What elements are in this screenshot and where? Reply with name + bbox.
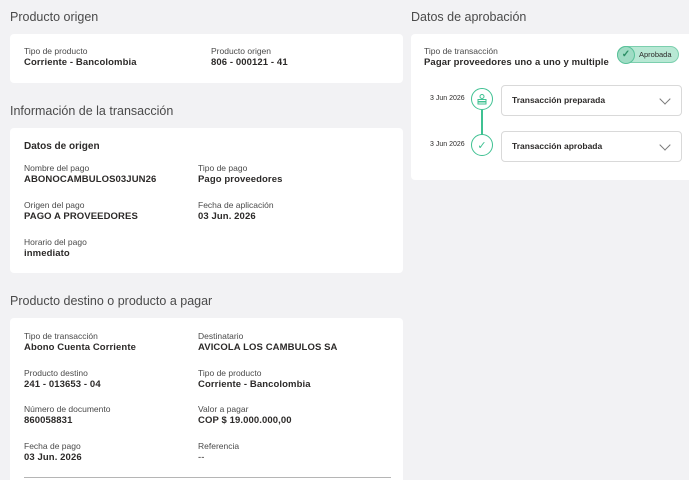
field-value: PAGO A PROVEEDORES <box>24 211 138 222</box>
dest-product-type-field: Tipo de producto Corriente - Bancolombia <box>198 368 311 391</box>
user-stack-icon <box>471 88 493 110</box>
check-icon: ✓ <box>471 134 493 156</box>
field-value: COP $ 19.000.000,00 <box>198 415 292 426</box>
transaction-info-section-title: Información de la transacción <box>10 104 174 118</box>
status-badge-label: Aprobada <box>639 50 672 59</box>
origin-section-title: Producto origen <box>10 10 99 24</box>
field-value: 806 - 000121 - 41 <box>211 57 288 68</box>
tx-type-field: Tipo de transacción Abono Cuenta Corrien… <box>24 331 136 354</box>
approval-tx-type-field: Tipo de transacción Pagar proveedores un… <box>424 46 609 69</box>
field-value: Corriente - Bancolombia <box>198 379 311 390</box>
origin-product-type-field: Tipo de producto Corriente - Bancolombia <box>24 46 137 69</box>
schedule-field: Horario del pago inmediato <box>24 237 87 260</box>
field-value: inmediato <box>24 248 70 259</box>
step-date: 3 Jun 2026 <box>430 95 465 102</box>
field-label: Tipo de transacción <box>24 331 98 341</box>
recipient-field: Destinatario AVICOLA LOS CAMBULOS SA <box>198 331 338 354</box>
field-label: Tipo de transacción <box>424 46 498 56</box>
transaction-info-card: Datos de origen Nombre del pago ABONOCAM… <box>10 128 403 273</box>
origin-data-subhead: Datos de origen <box>24 141 100 152</box>
field-label: Nombre del pago <box>24 163 90 173</box>
approved-status-badge: ✓ Aprobada <box>617 45 679 64</box>
step-label: Transacción aprobada <box>512 141 603 151</box>
field-label: Número de documento <box>24 404 111 414</box>
field-value: ABONOCAMBULOS03JUN26 <box>24 174 157 185</box>
field-value: 03 Jun. 2026 <box>24 452 82 463</box>
field-label: Fecha de pago <box>24 441 81 451</box>
reference-field: Referencia -- <box>198 441 239 464</box>
step-date: 3 Jun 2026 <box>430 141 465 148</box>
field-value: Pagar proveedores uno a uno y multiple <box>424 57 609 68</box>
chevron-down-icon[interactable] <box>659 93 671 105</box>
destination-card: Tipo de transacción Abono Cuenta Corrien… <box>10 318 403 480</box>
doc-number-field: Número de documento 860058831 <box>24 404 110 427</box>
timeline-connector <box>481 110 483 135</box>
pay-date-field: Fecha de pago 03 Jun. 2026 <box>24 441 82 464</box>
step-label: Transacción preparada <box>512 95 606 105</box>
origin-product-field: Producto origen 806 - 000121 - 41 <box>211 46 288 69</box>
payment-origin-field: Origen del pago PAGO A PROVEEDORES <box>24 200 138 223</box>
field-label: Tipo de pago <box>198 163 248 173</box>
field-value: AVICOLA LOS CAMBULOS SA <box>198 342 338 353</box>
field-value: -- <box>198 452 205 463</box>
divider <box>24 477 391 478</box>
field-label: Destinatario <box>198 331 244 341</box>
field-value: 03 Jun. 2026 <box>198 211 256 222</box>
field-value: 860058831 <box>24 415 73 426</box>
amount-field: Valor a pagar COP $ 19.000.000,00 <box>198 404 292 427</box>
origin-card: Tipo de producto Corriente - Bancolombia… <box>10 34 403 83</box>
approval-section-title: Datos de aprobación <box>411 10 527 24</box>
field-value: Corriente - Bancolombia <box>24 57 137 68</box>
payment-type-field: Tipo de pago Pago proveedores <box>198 163 283 186</box>
check-icon: ✓ <box>617 45 635 64</box>
field-label: Producto origen <box>211 46 272 56</box>
field-value: 241 - 013653 - 04 <box>24 379 101 390</box>
field-label: Tipo de producto <box>198 368 262 378</box>
apply-date-field: Fecha de aplicación 03 Jun. 2026 <box>198 200 274 223</box>
step-approved[interactable]: Transacción aprobada <box>501 131 682 162</box>
user-stack-icon-graphic <box>477 94 487 105</box>
step-prepared[interactable]: Transacción preparada <box>501 85 682 116</box>
field-label: Valor a pagar <box>198 404 249 414</box>
field-label: Fecha de aplicación <box>198 200 274 210</box>
field-value: Pago proveedores <box>198 174 283 185</box>
field-label: Tipo de producto <box>24 46 88 56</box>
chevron-down-icon[interactable] <box>659 139 671 151</box>
field-label: Producto destino <box>24 368 88 378</box>
field-label: Referencia <box>198 441 240 451</box>
payment-name-field: Nombre del pago ABONOCAMBULOS03JUN26 <box>24 163 156 186</box>
field-value: Abono Cuenta Corriente <box>24 342 136 353</box>
field-label: Horario del pago <box>24 237 87 247</box>
destination-section-title: Producto destino o producto a pagar <box>10 294 213 308</box>
field-label: Origen del pago <box>24 200 85 210</box>
dest-product-field: Producto destino 241 - 013653 - 04 <box>24 368 101 391</box>
